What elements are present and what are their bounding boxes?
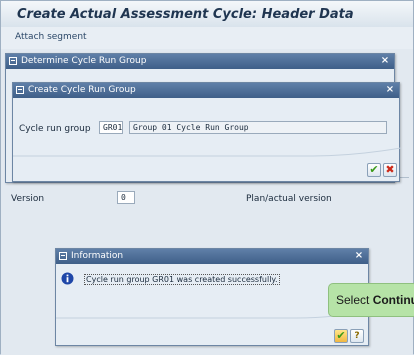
version-label: Version (11, 194, 45, 204)
screen-title-bar: Create Actual Assessment Cycle: Header D… (1, 1, 413, 28)
footer-curve (13, 147, 401, 157)
information-dialog: Information × Cycle run group GR01 was c… (55, 248, 370, 346)
window-icon (59, 252, 67, 260)
dialog-header: Create Cycle Run Group × (13, 83, 399, 98)
info-icon (61, 272, 74, 285)
application-toolbar: Attach segment (1, 27, 413, 49)
footer-curve (56, 309, 370, 319)
plan-actual-version-label: Plan/actual version (246, 194, 332, 204)
close-icon[interactable]: × (384, 84, 396, 96)
checkmark-icon[interactable]: ✔ (367, 163, 381, 177)
window-icon (9, 57, 17, 65)
callout-text: Select Continu (336, 293, 414, 307)
info-message: Cycle run group GR01 was created success… (84, 274, 280, 285)
attach-segment-button[interactable]: Attach segment (15, 32, 87, 42)
help-icon[interactable]: ? (350, 329, 364, 343)
cycle-run-group-code-field[interactable]: GR01 (99, 121, 123, 134)
screen-title: Create Actual Assessment Cycle: Header D… (17, 7, 354, 22)
tutorial-callout: Select Continu (328, 283, 414, 317)
create-cycle-run-group-dialog: Create Cycle Run Group × Cycle run group… (12, 82, 401, 182)
cancel-icon[interactable]: ✖ (383, 163, 397, 177)
version-field[interactable]: 0 (117, 191, 135, 204)
cycle-run-group-label: Cycle run group (19, 124, 91, 134)
dialog-header: Information × (56, 249, 368, 264)
callout-prefix: Select (336, 293, 373, 307)
dialog-title: Create Cycle Run Group (28, 85, 136, 95)
checkmark-icon[interactable]: ✔ (334, 329, 348, 343)
dialog-header: Determine Cycle Run Group × (6, 54, 394, 69)
cycle-run-group-name-field[interactable]: Group 01 Cycle Run Group (129, 121, 387, 134)
dialog-title: Information (71, 251, 124, 261)
dialog-title: Determine Cycle Run Group (21, 56, 147, 66)
callout-bold: Continu (372, 293, 414, 307)
close-icon[interactable]: × (379, 55, 391, 67)
close-icon[interactable]: × (353, 250, 365, 262)
window-icon (16, 86, 24, 94)
